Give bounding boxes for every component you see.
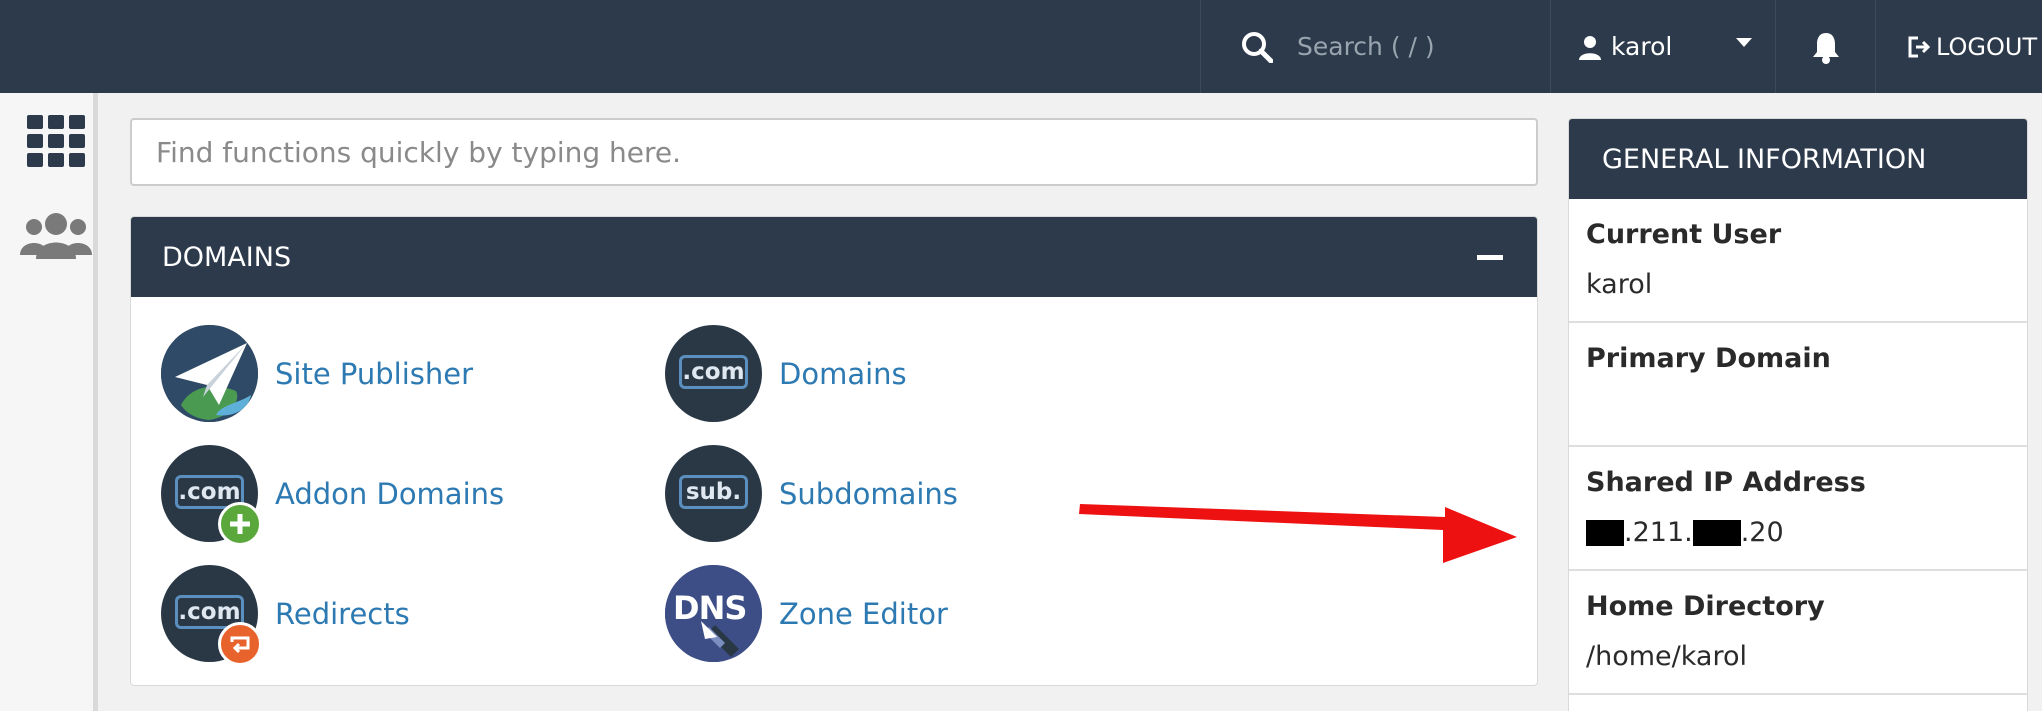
addon-domains-label: Addon Domains (275, 476, 505, 511)
quick-find-placeholder: Find functions quickly by typing here. (156, 135, 682, 169)
redirect-icon (218, 622, 262, 666)
general-information-panel: GENERAL INFORMATION Current User karol P… (1568, 118, 2028, 711)
left-rail (0, 93, 98, 711)
paper-plane-globe-icon (161, 325, 258, 422)
site-publisher-label: Site Publisher (275, 356, 474, 391)
domains-panel-title: DOMAINS (162, 241, 292, 273)
subdomain-icon: sub. (665, 445, 762, 542)
info-row-current-user: Current User karol (1569, 199, 2027, 323)
info-row-shared-ip: Shared IP Address .211. .20 (1569, 447, 2027, 571)
users-icon[interactable] (20, 213, 92, 259)
top-bar: Search ( / ) karol LOGOUT (0, 0, 2042, 93)
username: karol (1611, 32, 1673, 61)
domains-label: Domains (779, 356, 907, 391)
search-placeholder: Search ( / ) (1297, 32, 1435, 61)
subdomains-label: Subdomains (779, 476, 958, 511)
notifications-button[interactable] (1775, 0, 1875, 93)
dotcom-icon: .com (665, 325, 762, 422)
shared-ip-label: Shared IP Address (1586, 467, 1866, 498)
chevron-down-icon (1736, 38, 1752, 47)
dotcom-redirect-icon: .com (161, 565, 262, 666)
grid-icon[interactable] (27, 115, 85, 167)
home-directory-value: /home/karol (1586, 641, 1747, 672)
domains-link[interactable]: .com Domains (665, 325, 907, 422)
redirects-label: Redirects (275, 596, 410, 631)
info-row-home-directory: Home Directory /home/karol (1569, 571, 2027, 695)
bell-icon (1812, 32, 1839, 64)
redirects-link[interactable]: .com Redirects (161, 565, 410, 666)
zone-editor-label: Zone Editor (779, 596, 948, 631)
user-icon (1579, 35, 1601, 60)
quick-find-input[interactable]: Find functions quickly by typing here. (130, 118, 1538, 186)
dotcom-plus-icon: .com (161, 445, 262, 546)
annotation-arrow-icon (1079, 504, 1517, 563)
home-directory-label: Home Directory (1586, 591, 1825, 622)
logout-icon (1908, 36, 1931, 57)
current-user-label: Current User (1586, 219, 1782, 250)
shared-ip-value: .211. .20 (1586, 517, 1784, 548)
logout-label: LOGOUT (1936, 32, 2038, 61)
collapse-icon[interactable] (1477, 255, 1503, 260)
redaction-box (1586, 519, 1624, 546)
primary-domain-label: Primary Domain (1586, 343, 1831, 374)
site-publisher-link[interactable]: Site Publisher (161, 325, 473, 422)
domains-panel-header[interactable]: DOMAINS (131, 217, 1537, 297)
global-search[interactable]: Search ( / ) (1200, 0, 1550, 93)
info-row-primary-domain: Primary Domain (1569, 323, 2027, 447)
addon-domains-link[interactable]: .com Addon Domains (161, 445, 505, 546)
dns-icon: DNS (665, 565, 762, 662)
zone-editor-link[interactable]: DNS Zone Editor (665, 565, 948, 662)
subdomains-link[interactable]: sub. Subdomains (665, 445, 958, 542)
plus-icon (218, 502, 262, 546)
current-user-value: karol (1586, 269, 1653, 300)
redaction-box (1692, 519, 1741, 546)
logout-button[interactable]: LOGOUT (1875, 0, 2042, 93)
search-icon (1242, 31, 1273, 63)
general-information-title: GENERAL INFORMATION (1602, 143, 1927, 175)
domains-panel: DOMAINS Site Publisher .com Domains .com (130, 216, 1538, 686)
general-information-header: GENERAL INFORMATION (1569, 119, 2027, 199)
user-menu[interactable]: karol (1550, 0, 1775, 93)
